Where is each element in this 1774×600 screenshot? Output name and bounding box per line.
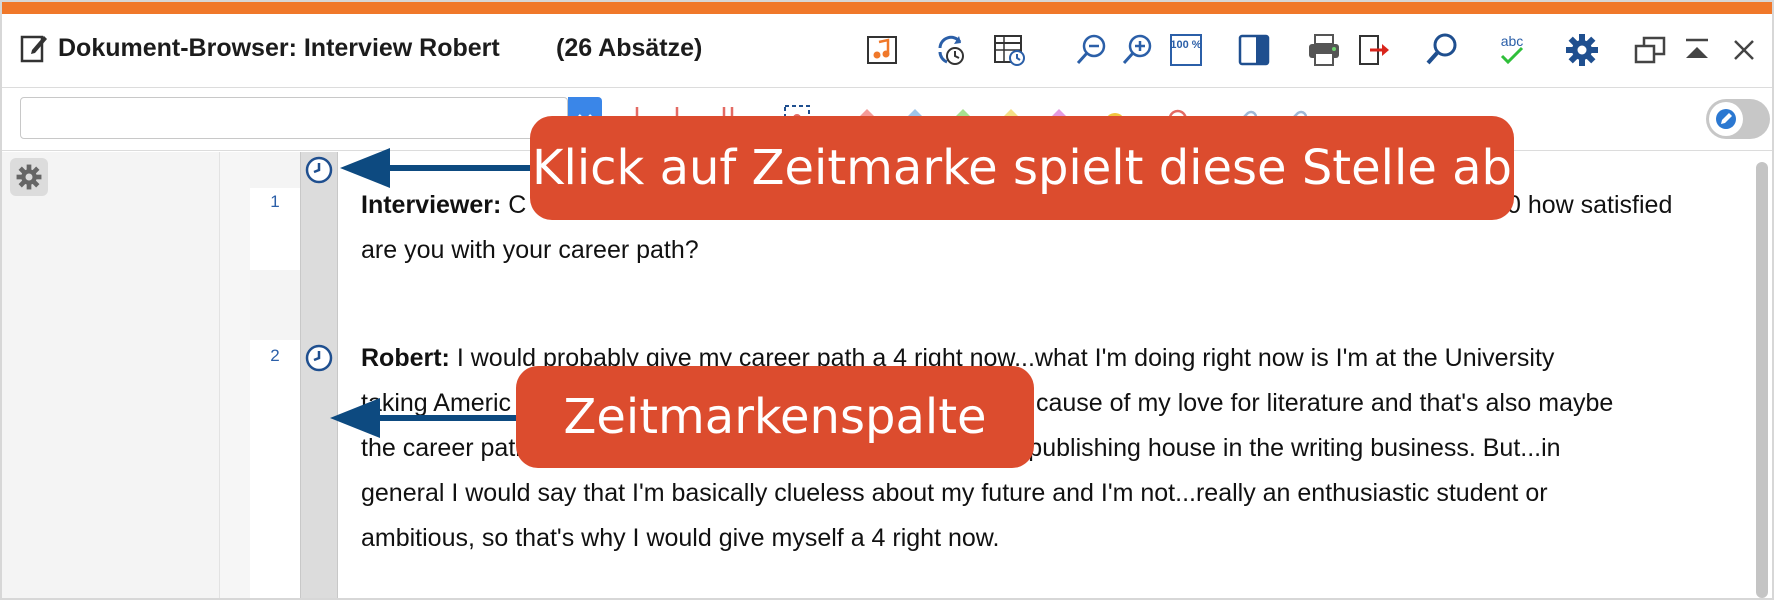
title-bar: Dokument-Browser: Interview Robert (26 A… xyxy=(2,14,1772,88)
document-browser-window: Dokument-Browser: Interview Robert (26 A… xyxy=(0,0,1774,600)
svg-text:100 %: 100 % xyxy=(1170,39,1201,51)
text-fragment: 0 how satisfied xyxy=(1507,191,1673,219)
timestamp-column xyxy=(300,152,338,598)
text-line: general I would say that I'm basically c… xyxy=(361,479,1548,507)
code-input[interactable] xyxy=(20,97,568,139)
search-icon[interactable] xyxy=(1422,30,1462,70)
svg-text:abc: abc xyxy=(1501,33,1524,49)
timestamp-clock-icon[interactable] xyxy=(304,155,334,185)
settings-gear-icon[interactable] xyxy=(1562,30,1602,70)
collapse-window-icon[interactable] xyxy=(1677,30,1717,70)
zoom-in-icon[interactable] xyxy=(1118,30,1158,70)
annotation-callout: Klick auf Zeitmarke spielt diese Stelle … xyxy=(530,116,1514,220)
paragraph-number: 1 xyxy=(270,192,280,211)
print-icon[interactable] xyxy=(1304,30,1344,70)
zoom-out-icon[interactable] xyxy=(1072,30,1112,70)
export-icon[interactable] xyxy=(1354,30,1394,70)
panel-toggle-icon[interactable] xyxy=(1234,30,1274,70)
window-accent-bar xyxy=(2,2,1772,14)
pencil-icon xyxy=(1716,109,1736,129)
annotation-arrow-1 xyxy=(340,148,538,188)
document-edit-icon xyxy=(20,35,47,63)
paragraph-count: (26 Absätze) xyxy=(556,34,703,62)
annotation-callout: Zeitmarkenspalte xyxy=(516,366,1034,468)
undock-window-icon[interactable] xyxy=(1630,30,1670,70)
window-title: Dokument-Browser: Interview Robert xyxy=(58,34,500,62)
toggle-knob xyxy=(1709,102,1743,136)
paragraph-2-number-cell xyxy=(250,340,300,598)
scrollbar-thumb[interactable] xyxy=(1756,162,1768,598)
text-line: are you with your career path? xyxy=(361,236,699,264)
gear-icon xyxy=(16,164,42,190)
sync-timestamp-icon[interactable] xyxy=(930,30,970,70)
text-fragment: cause of my love for literature and that… xyxy=(1036,389,1614,417)
close-icon[interactable] xyxy=(1724,30,1764,70)
code-stripe-pane xyxy=(2,152,220,598)
speaker-label: Robert: xyxy=(361,344,450,372)
code-stripe-settings-button[interactable] xyxy=(10,158,48,196)
vertical-scrollbar[interactable] xyxy=(1752,162,1770,598)
text-line: ambitious, so that's why I would give my… xyxy=(361,524,1000,552)
paragraph-number: 2 xyxy=(270,346,280,365)
spellcheck-icon[interactable]: abc xyxy=(1492,30,1532,70)
timestamp-table-icon[interactable] xyxy=(990,30,1030,70)
margin-column xyxy=(220,152,250,598)
edit-mode-toggle[interactable] xyxy=(1706,99,1770,139)
text-fragment: like a publishing house in the writing b… xyxy=(963,434,1561,462)
zoom-100-icon[interactable]: 100 % xyxy=(1166,30,1206,70)
timestamp-clock-icon[interactable] xyxy=(304,343,334,373)
media-player-icon[interactable] xyxy=(862,30,902,70)
annotation-arrow-2 xyxy=(330,398,528,438)
